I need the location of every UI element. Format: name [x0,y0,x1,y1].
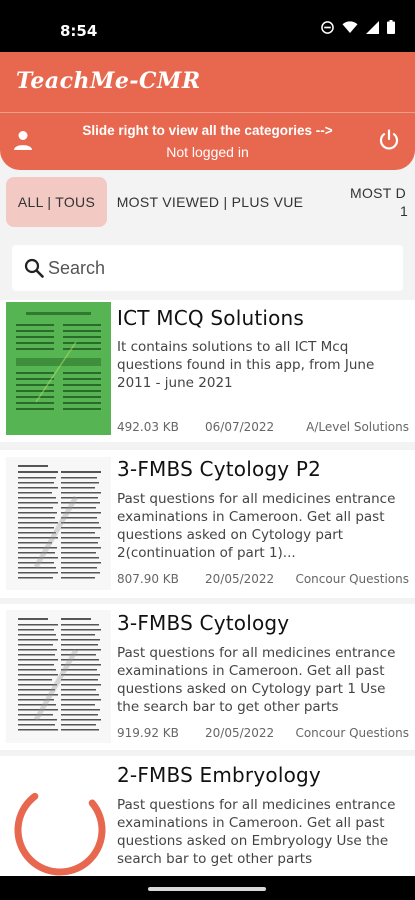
wifi-icon [342,20,358,33]
answer-sheet-image [16,312,101,410]
document-card[interactable]: 2-FMBS Embryology Past questions for all… [0,756,415,876]
login-status: Not logged in [166,144,249,160]
app-header: TeachMe-CMR Slide right to view all the … [0,52,415,170]
app-screen: TeachMe-CMR Slide right to view all the … [0,52,415,876]
document-title: 3-FMBS Cytology P2 [117,457,322,481]
app-title: TeachMe-CMR [16,68,201,94]
user-icon[interactable] [12,129,34,151]
document-thumbnail [6,457,111,590]
category-tabs: ALL | TOUS MOST VIEWED | PLUS VUE MOST D… [0,170,415,240]
document-description: Past questions for all medicines entranc… [117,491,396,561]
document-category: A/Level Solutions [306,420,409,434]
document-size: 919.92 KB [117,726,179,740]
document-category: Concour Questions [295,572,409,586]
search-input[interactable] [48,257,378,279]
header-divider [0,112,415,113]
status-time: 8:54 [60,22,98,40]
home-gesture-handle[interactable] [148,887,266,891]
document-date: 20/05/2022 [205,726,275,740]
slide-hint: Slide right to view all the categories -… [82,123,333,138]
tab-label-line1: MOST D [350,185,406,201]
document-title: 2-FMBS Embryology [117,763,321,787]
battery-icon [387,20,395,34]
document-description: Past questions for all medicines entranc… [117,645,396,715]
document-card[interactable]: 3-FMBS Cytology P2 Past questions for al… [0,450,415,598]
power-icon[interactable] [377,128,401,152]
system-navigation-bar [0,876,415,900]
document-category: Concour Questions [295,726,409,740]
search-bar[interactable] [12,245,403,291]
document-card[interactable]: 3-FMBS Cytology Past questions for all m… [0,604,415,750]
status-icons [321,20,395,34]
thumbnail-loading [12,782,108,876]
document-size: 807.90 KB [117,572,179,586]
document-page-image [18,465,101,579]
document-description: Past questions for all medicines entranc… [117,797,396,867]
document-date: 06/07/2022 [205,420,275,434]
tab-most-viewed[interactable]: MOST VIEWED | PLUS VUE [112,177,308,227]
signal-icon [366,20,379,34]
do-not-disturb-icon [321,20,334,34]
document-size: 492.03 KB [117,420,179,434]
document-date: 20/05/2022 [205,572,275,586]
search-icon [24,258,44,278]
document-thumbnail [6,610,111,743]
document-title: ICT MCQ Solutions [117,306,305,330]
document-page-image [18,618,101,731]
tab-most-downloaded[interactable]: MOST D 1 [350,177,415,227]
document-thumbnail [6,302,111,435]
tab-all[interactable]: ALL | TOUS [6,177,107,227]
document-card[interactable]: ICT MCQ Solutions It contains solutions … [0,300,415,442]
tab-label-line2: 1 [400,203,409,219]
document-description: It contains solutions to all ICT Mcq que… [117,339,375,391]
loading-spinner-icon [14,784,106,876]
document-title: 3-FMBS Cytology [117,611,290,635]
status-bar: 8:54 [0,0,415,52]
